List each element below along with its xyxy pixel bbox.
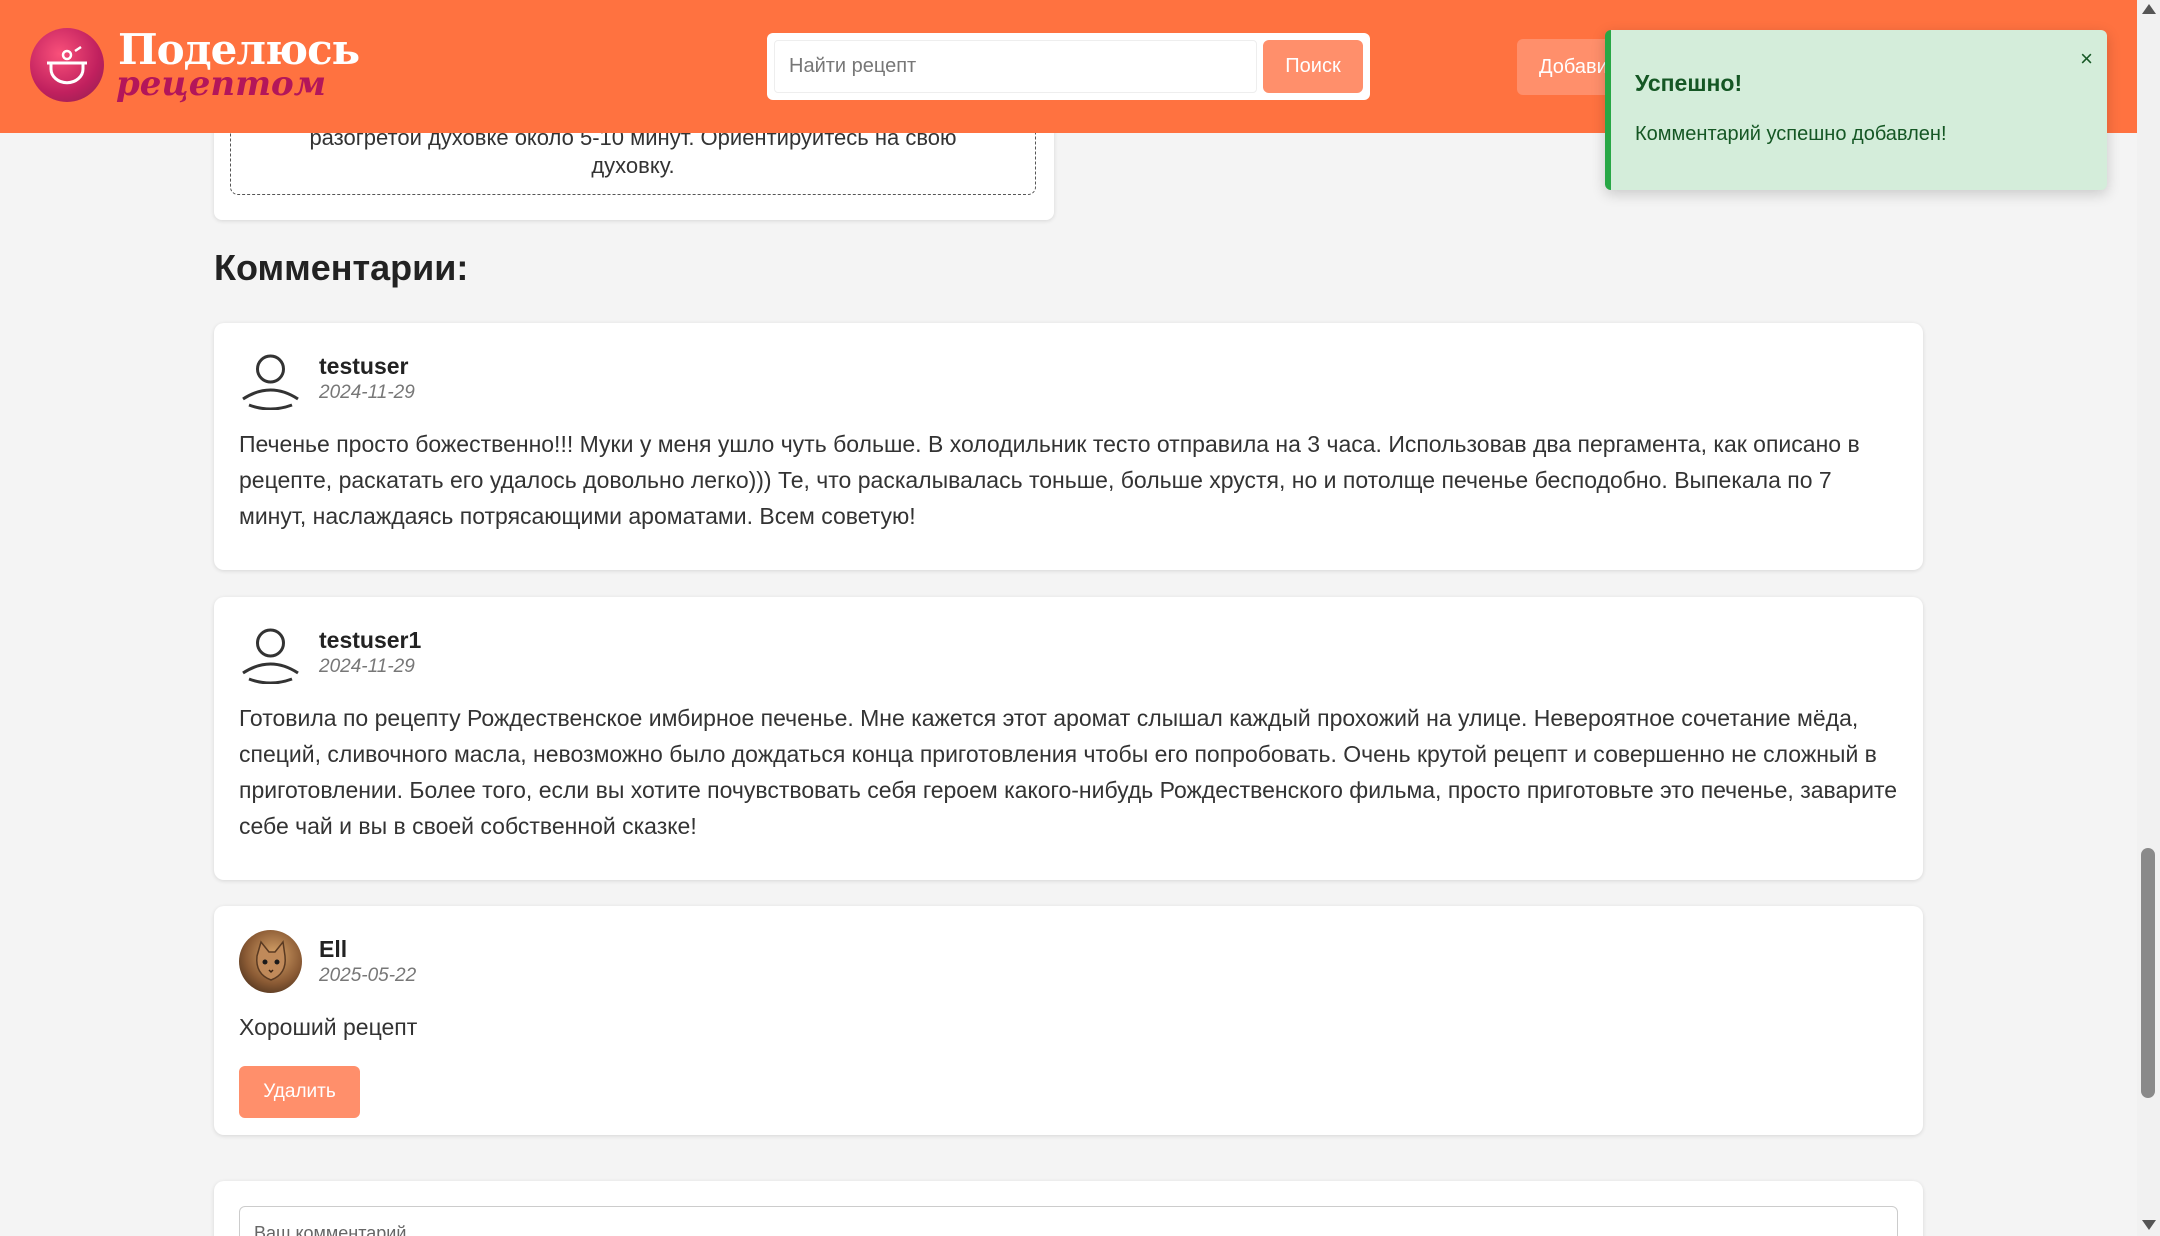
search-button[interactable]: Поиск	[1263, 40, 1363, 93]
comment-date: 2024-11-29	[319, 382, 415, 403]
success-toast: Успешно! Комментарий успешно добавлен! ×	[1605, 30, 2107, 190]
site-logo[interactable]: Поделюсь рецептом	[30, 28, 360, 104]
cat-avatar-icon	[239, 930, 302, 993]
scroll-up-icon[interactable]	[2142, 4, 2156, 14]
delete-comment-button[interactable]: Удалить	[239, 1066, 360, 1118]
toast-message: Комментарий успешно добавлен!	[1635, 123, 1947, 145]
logo-subtitle: рецептом	[116, 64, 327, 104]
comment-text: Печенье просто божественно!!! Муки у мен…	[239, 431, 1860, 529]
page-scrollbar[interactable]	[2137, 0, 2160, 1236]
comment-text: Готовила по рецепту Рождественское имбир…	[239, 705, 1898, 839]
comment-input[interactable]	[239, 1206, 1898, 1236]
scrollbar-thumb[interactable]	[2141, 848, 2155, 1098]
comment-card: testuser 2024-11-29 Печенье просто божес…	[214, 323, 1923, 570]
comment-card: Ell 2025-05-22 Хороший рецепт Удалить	[214, 906, 1923, 1135]
scroll-down-icon[interactable]	[2142, 1220, 2156, 1230]
close-icon[interactable]: ×	[2080, 46, 2093, 72]
comment-date: 2024-11-29	[319, 656, 415, 677]
cooking-pot-icon	[30, 28, 104, 102]
comment-form	[214, 1181, 1923, 1236]
user-avatar-icon	[239, 621, 302, 684]
user-avatar-icon	[239, 347, 302, 410]
comments-heading: Комментарии:	[214, 247, 469, 288]
comment-author: Ell	[319, 936, 348, 962]
comment-author: testuser	[319, 353, 409, 379]
comment-card: testuser1 2024-11-29 Готовила по рецепту…	[214, 597, 1923, 880]
toast-title: Успешно!	[1635, 70, 1743, 96]
search-form: Поиск	[767, 33, 1370, 100]
comment-text: Хороший рецепт	[239, 1014, 418, 1040]
comment-author: testuser1	[319, 627, 422, 653]
search-input[interactable]	[774, 40, 1257, 93]
comment-date: 2025-05-22	[319, 965, 417, 986]
